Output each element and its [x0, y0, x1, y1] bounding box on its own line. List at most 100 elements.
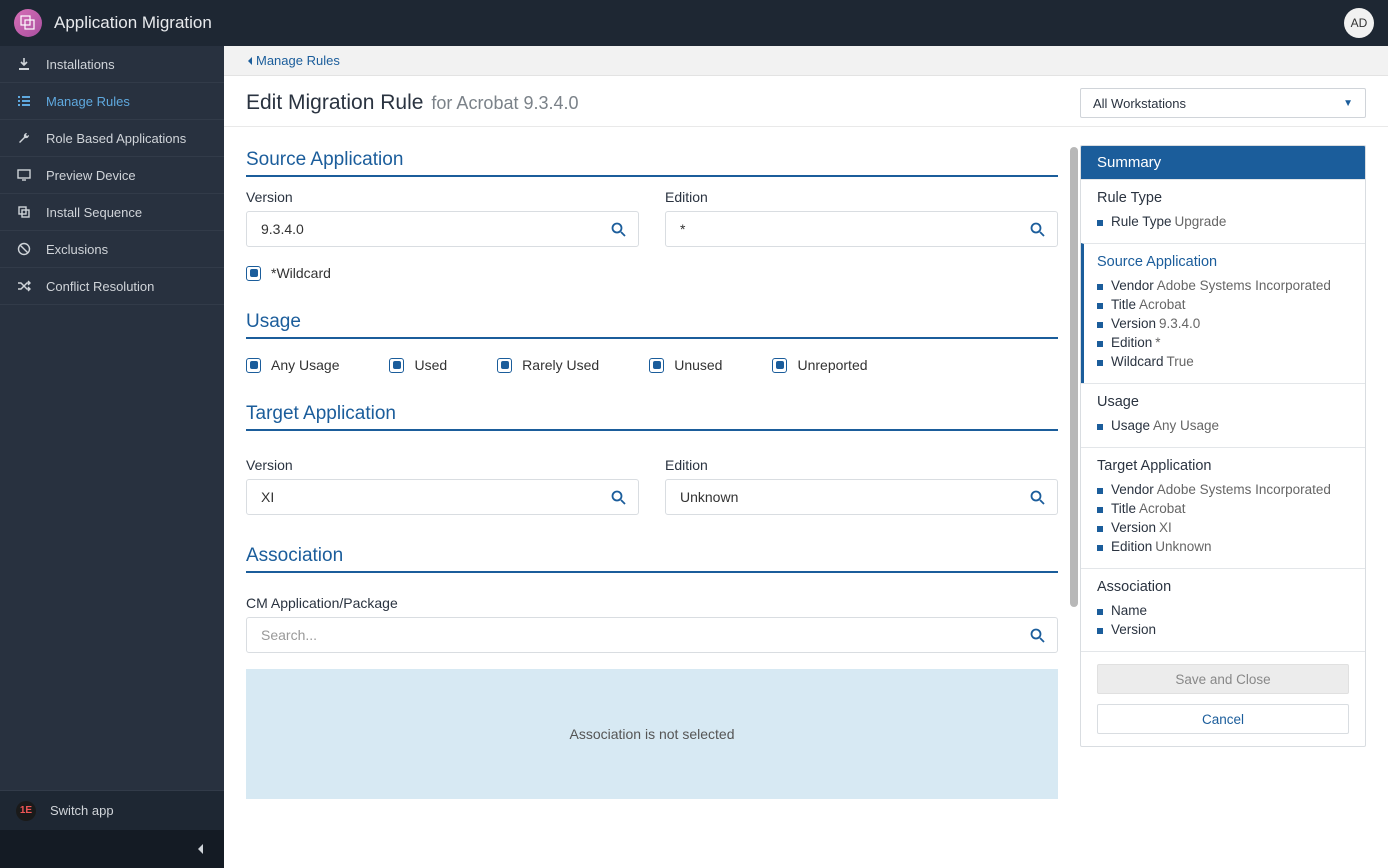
association-search-wrap — [246, 617, 1058, 653]
checkbox-icon — [772, 358, 787, 373]
sidebar-item-label: Manage Rules — [46, 94, 130, 109]
list-icon — [16, 94, 32, 108]
source-edition-input[interactable] — [666, 212, 1057, 246]
sidebar-item-label: Preview Device — [46, 168, 136, 183]
checkbox-icon — [389, 358, 404, 373]
page-title: Edit Migration Rule — [246, 91, 423, 115]
summary-group-source: Source Application VendorAdobe Systems I… — [1081, 243, 1365, 383]
switch-app-label: Switch app — [50, 803, 114, 818]
sidebar-item-installations[interactable]: Installations — [0, 46, 224, 83]
sidebar-item-role-based[interactable]: Role Based Applications — [0, 120, 224, 157]
cancel-button[interactable]: Cancel — [1097, 704, 1349, 734]
search-icon[interactable] — [611, 490, 626, 505]
usage-option-any[interactable]: Any Usage — [246, 357, 339, 373]
summary-group-title: Target Application — [1097, 458, 1349, 474]
checkbox-icon — [246, 358, 261, 373]
chevron-left-icon — [246, 56, 254, 66]
bullet-icon — [1097, 220, 1103, 226]
usage-label: Rarely Used — [522, 357, 599, 373]
search-icon[interactable] — [1030, 222, 1045, 237]
search-icon[interactable] — [1030, 628, 1045, 643]
wildcard-checkbox[interactable]: *Wildcard — [246, 265, 331, 281]
sidebar-item-label: Installations — [46, 57, 115, 72]
source-version-input[interactable] — [247, 212, 638, 246]
source-section-title: Source Application — [246, 149, 1058, 177]
breadcrumb: Manage Rules — [224, 46, 1388, 76]
summary-group-title: Association — [1097, 579, 1349, 595]
usage-label: Used — [414, 357, 447, 373]
summary-group-target: Target Application VendorAdobe Systems I… — [1081, 447, 1365, 568]
chevron-left-icon — [196, 843, 206, 855]
summary-group-title: Source Application — [1097, 254, 1349, 270]
workstation-dropdown[interactable]: All Workstations ▼ — [1080, 88, 1366, 118]
page-subtitle: for Acrobat 9.3.4.0 — [431, 93, 578, 114]
association-field-label: CM Application/Package — [246, 595, 1058, 611]
sidebar-item-exclusions[interactable]: Exclusions — [0, 231, 224, 268]
app-logo — [14, 9, 42, 37]
association-search-input[interactable] — [247, 618, 1057, 652]
main: Manage Rules Edit Migration Rule for Acr… — [224, 46, 1388, 868]
sidebar-item-install-sequence[interactable]: Install Sequence — [0, 194, 224, 231]
summary-panel: Summary Rule Type Rule TypeUpgrade Sourc… — [1080, 145, 1366, 850]
usage-option-used[interactable]: Used — [389, 357, 447, 373]
summary-group-title: Usage — [1097, 394, 1349, 410]
source-version-input-wrap — [246, 211, 639, 247]
checkbox-icon — [497, 358, 512, 373]
target-version-input[interactable] — [247, 480, 638, 514]
association-section-title: Association — [246, 545, 1058, 573]
ban-icon — [16, 242, 32, 256]
page-header: Edit Migration Rule for Acrobat 9.3.4.0 … — [224, 76, 1388, 127]
summary-group-usage: Usage UsageAny Usage — [1081, 383, 1365, 447]
download-icon — [16, 57, 32, 71]
app-title: Application Migration — [54, 13, 212, 33]
checkbox-icon — [246, 266, 261, 281]
scrollbar[interactable] — [1070, 147, 1078, 607]
sidebar: Installations Manage Rules Role Based Ap… — [0, 46, 224, 868]
sidebar-item-label: Install Sequence — [46, 205, 142, 220]
monitor-icon — [16, 168, 32, 182]
caret-down-icon: ▼ — [1343, 98, 1353, 109]
sidebar-item-manage-rules[interactable]: Manage Rules — [0, 83, 224, 120]
switch-app-button[interactable]: 1E Switch app — [0, 790, 224, 830]
usage-label: Any Usage — [271, 357, 339, 373]
source-version-label: Version — [246, 189, 639, 205]
search-icon[interactable] — [611, 222, 626, 237]
search-icon[interactable] — [1030, 490, 1045, 505]
collapse-sidebar-button[interactable] — [0, 830, 224, 868]
usage-option-unreported[interactable]: Unreported — [772, 357, 867, 373]
association-empty: Association is not selected — [246, 669, 1058, 799]
summary-group-title: Rule Type — [1097, 190, 1349, 206]
target-version-input-wrap — [246, 479, 639, 515]
sidebar-item-label: Exclusions — [46, 242, 108, 257]
copy-icon — [16, 205, 32, 219]
source-edition-label: Edition — [665, 189, 1058, 205]
target-edition-input[interactable] — [666, 480, 1057, 514]
summary-group-association: Association Name Version — [1081, 568, 1365, 651]
breadcrumb-back-link[interactable]: Manage Rules — [246, 53, 340, 68]
switch-app-logo-icon: 1E — [16, 801, 36, 821]
save-button[interactable]: Save and Close — [1097, 664, 1349, 694]
sidebar-item-label: Role Based Applications — [46, 131, 186, 146]
shuffle-icon — [16, 279, 32, 293]
form-area: Source Application Version — [224, 127, 1080, 868]
wrench-icon — [16, 131, 32, 145]
usage-label: Unused — [674, 357, 722, 373]
sidebar-item-conflict[interactable]: Conflict Resolution — [0, 268, 224, 305]
wildcard-label: *Wildcard — [271, 265, 331, 281]
summary-line: Rule TypeUpgrade — [1097, 212, 1349, 231]
topbar: Application Migration AD — [0, 0, 1388, 46]
source-edition-input-wrap — [665, 211, 1058, 247]
summary-group-ruletype: Rule Type Rule TypeUpgrade — [1081, 179, 1365, 243]
usage-option-unused[interactable]: Unused — [649, 357, 722, 373]
target-version-label: Version — [246, 457, 639, 473]
target-edition-input-wrap — [665, 479, 1058, 515]
avatar[interactable]: AD — [1344, 8, 1374, 38]
summary-title: Summary — [1081, 146, 1365, 179]
sidebar-item-label: Conflict Resolution — [46, 279, 154, 294]
usage-option-rarely[interactable]: Rarely Used — [497, 357, 599, 373]
usage-section-title: Usage — [246, 311, 1058, 339]
checkbox-icon — [649, 358, 664, 373]
sidebar-item-preview-device[interactable]: Preview Device — [0, 157, 224, 194]
usage-label: Unreported — [797, 357, 867, 373]
target-section-title: Target Application — [246, 403, 1058, 431]
